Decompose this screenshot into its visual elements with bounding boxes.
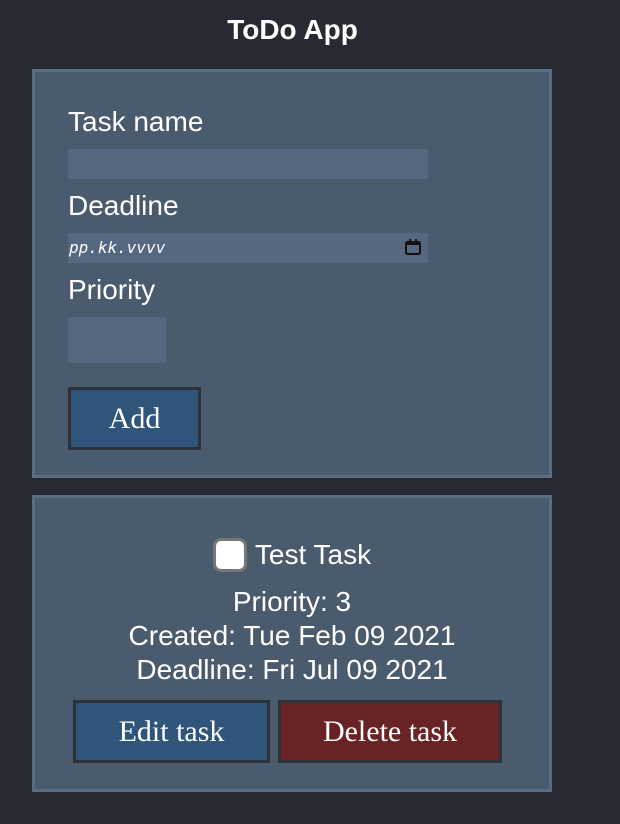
task-complete-checkbox[interactable] [212,538,247,572]
task-created-date: Created: Tue Feb 09 2021 [128,620,456,651]
task-card: Test Task Priority: 3 Created: Tue Feb 0… [32,495,552,792]
task-title-row: Test Task [35,538,549,572]
delete-task-button[interactable]: Delete task [278,700,502,763]
app-title: ToDo App [227,14,358,45]
deadline-label: Deadline [68,190,179,221]
task-name-input[interactable] [68,149,428,179]
task-priority: Priority: 3 [232,586,352,617]
deadline-placeholder: pp.kk.vvvv [69,238,166,257]
edit-task-button[interactable]: Edit task [73,700,270,763]
add-task-form: Task name Deadline pp.kk.vvvv Priority A… [32,69,552,478]
deadline-input[interactable]: pp.kk.vvvv [68,233,428,263]
task-name-label: Task name [68,106,204,137]
priority-label: Priority [68,274,156,305]
add-button[interactable]: Add [68,387,201,450]
priority-input[interactable] [68,317,166,363]
task-name: Test Task [254,539,372,570]
task-deadline: Deadline: Fri Jul 09 2021 [136,654,448,685]
calendar-icon[interactable] [404,238,422,256]
